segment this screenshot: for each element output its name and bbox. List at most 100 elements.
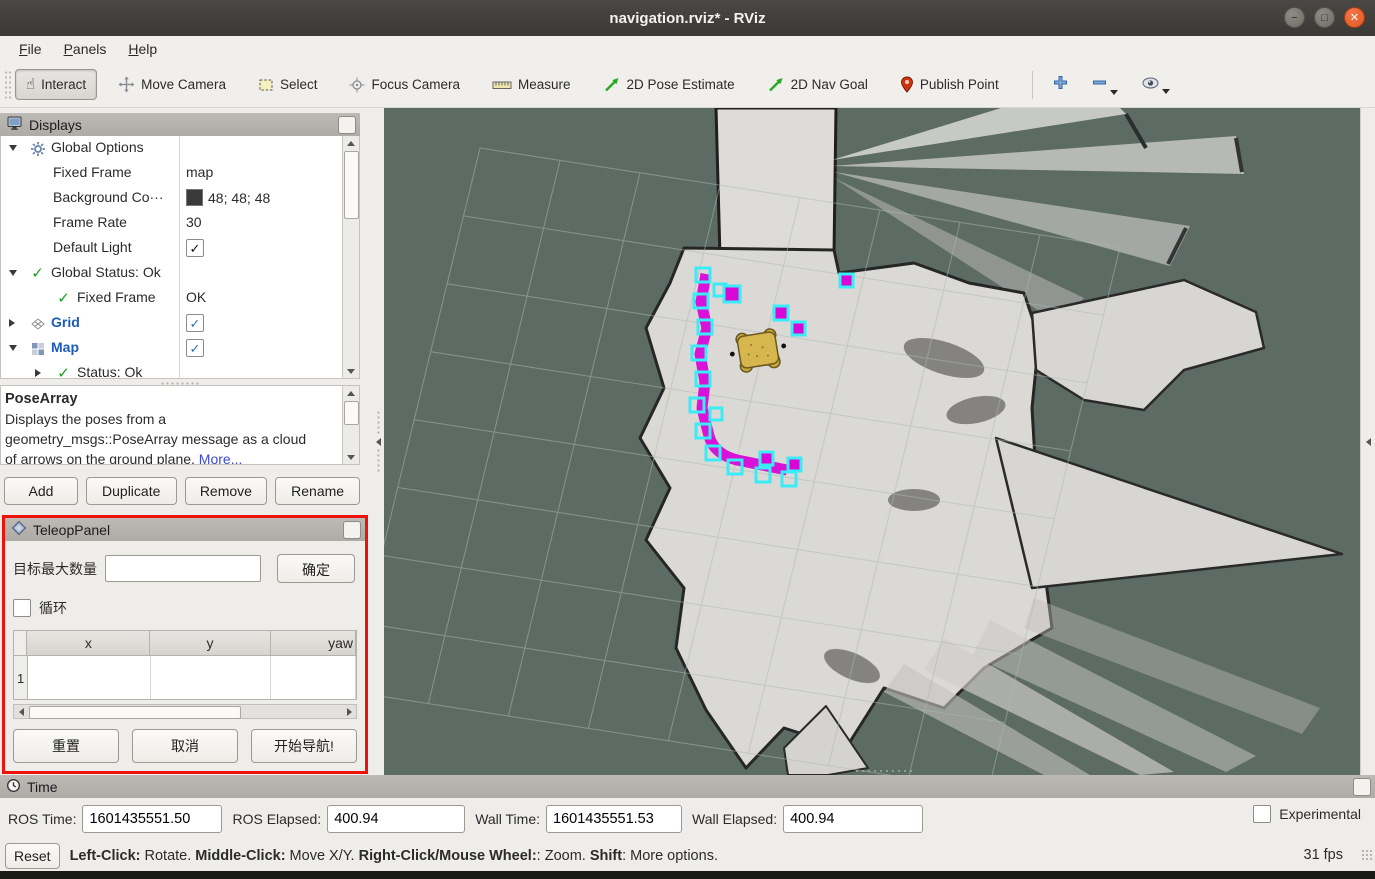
wall-elapsed-input[interactable] bbox=[783, 805, 923, 833]
enabled-checkbox[interactable]: ✓ bbox=[186, 239, 204, 257]
column-header-x[interactable]: x bbox=[27, 631, 150, 655]
ros-elapsed-input[interactable] bbox=[327, 805, 465, 833]
tree-row-value[interactable]: 30 bbox=[186, 214, 202, 230]
reset-goals-button[interactable]: 重置 bbox=[13, 729, 119, 763]
column-header-yaw[interactable]: yaw bbox=[271, 631, 356, 655]
tool-move-camera[interactable]: Move Camera bbox=[107, 68, 237, 101]
goal-count-input[interactable] bbox=[105, 555, 261, 582]
dropdown-caret-icon[interactable] bbox=[1110, 90, 1118, 95]
add-button[interactable]: Add bbox=[4, 477, 78, 505]
tool-interact[interactable]: ☝Interact bbox=[15, 69, 97, 100]
teleop-panel-header[interactable]: TeleopPanel bbox=[5, 518, 365, 541]
description-scrollbar[interactable] bbox=[342, 386, 359, 464]
maximize-button[interactable]: □ bbox=[1314, 7, 1335, 28]
time-panel-header[interactable]: Time bbox=[0, 775, 1375, 798]
collapse-arrow-icon[interactable] bbox=[9, 270, 17, 276]
tree-row-value[interactable]: map bbox=[186, 164, 213, 180]
time-panel-hide-button[interactable] bbox=[1353, 778, 1371, 796]
table-cell[interactable] bbox=[271, 656, 356, 700]
expand-arrow-icon[interactable] bbox=[35, 369, 41, 377]
displays-panel-header[interactable]: Displays bbox=[0, 113, 360, 136]
scrollbar-thumb[interactable] bbox=[344, 401, 359, 425]
scroll-down-arrow[interactable] bbox=[343, 364, 358, 378]
table-cell[interactable] bbox=[28, 656, 151, 700]
collapsed-views-panel[interactable] bbox=[1360, 108, 1375, 775]
3d-viewport[interactable] bbox=[384, 108, 1360, 775]
tree-row-value[interactable]: OK bbox=[186, 289, 206, 305]
waypoint-table[interactable]: xyyaw 1 bbox=[13, 630, 357, 700]
scroll-up-arrow[interactable] bbox=[343, 386, 358, 400]
scroll-up-arrow[interactable] bbox=[343, 136, 358, 150]
titlebar[interactable]: navigation.rviz* - RViz −□✕ bbox=[0, 0, 1375, 36]
table-cell[interactable] bbox=[151, 656, 271, 700]
menu-panels[interactable]: Panels bbox=[55, 39, 116, 59]
row-header[interactable]: 1 bbox=[14, 656, 28, 700]
dropdown-caret-icon[interactable] bbox=[1162, 89, 1170, 94]
tree-row-value[interactable]: ✓ bbox=[186, 339, 204, 357]
confirm-button[interactable]: 确定 bbox=[277, 554, 355, 583]
more-link[interactable]: More... bbox=[199, 451, 243, 465]
tool-focus-camera[interactable]: Focus Camera bbox=[338, 69, 471, 101]
tree-row-value[interactable]: ✓ bbox=[186, 314, 204, 332]
close-button[interactable]: ✕ bbox=[1344, 7, 1365, 28]
tool-2d-nav-goal[interactable]: 2D Nav Goal bbox=[756, 69, 879, 101]
teleop-icon bbox=[11, 520, 27, 539]
teleop-panel-hide-button[interactable] bbox=[343, 521, 361, 539]
tree-row-label: Default Light bbox=[53, 239, 132, 255]
tree-row-global-status-ok[interactable]: ✓Global Status: Ok bbox=[1, 261, 343, 286]
tree-row-global-options[interactable]: Global Options bbox=[1, 136, 343, 161]
zoom-out-button[interactable] bbox=[1084, 71, 1126, 99]
start-navigation-button[interactable]: 开始导航! bbox=[251, 729, 357, 763]
tree-row-value[interactable]: ✓ bbox=[186, 239, 204, 257]
visibility-button[interactable] bbox=[1134, 72, 1178, 98]
time-field: Wall Elapsed: bbox=[692, 805, 923, 833]
scrollbar-thumb[interactable] bbox=[344, 151, 359, 219]
scrollbar-thumb[interactable] bbox=[29, 706, 241, 719]
displays-panel-hide-button[interactable] bbox=[338, 116, 356, 134]
reset-button[interactable]: Reset bbox=[5, 843, 60, 869]
tool-select[interactable]: Select bbox=[247, 69, 329, 101]
viewport-splitter-handle[interactable] bbox=[854, 769, 914, 773]
tool-2d-pose-estimate[interactable]: 2D Pose Estimate bbox=[592, 69, 746, 101]
color-swatch[interactable] bbox=[186, 189, 203, 206]
experimental-checkbox[interactable] bbox=[1253, 805, 1271, 823]
scroll-right-arrow[interactable] bbox=[342, 705, 356, 718]
collapse-left-arrow[interactable] bbox=[376, 438, 381, 446]
tool-measure[interactable]: Measure bbox=[481, 69, 582, 100]
displays-scrollbar[interactable] bbox=[342, 136, 359, 378]
minimize-button[interactable]: − bbox=[1284, 7, 1305, 28]
cancel-button[interactable]: 取消 bbox=[132, 729, 238, 763]
loop-checkbox[interactable] bbox=[13, 599, 31, 617]
tree-row-frame-rate[interactable]: Frame Rate30 bbox=[1, 211, 343, 236]
tree-row-map[interactable]: Map✓ bbox=[1, 336, 343, 361]
tree-row-background-co-[interactable]: Background Co···48; 48; 48 bbox=[1, 186, 343, 211]
scroll-left-arrow[interactable] bbox=[14, 705, 28, 718]
ros-time-input[interactable] bbox=[82, 805, 222, 833]
menu-file[interactable]: File bbox=[10, 39, 51, 59]
collapse-arrow-icon[interactable] bbox=[9, 145, 17, 151]
tree-row-fixed-frame[interactable]: Fixed Framemap bbox=[1, 161, 343, 186]
tool-publish-point[interactable]: Publish Point bbox=[889, 68, 1010, 101]
expand-arrow-icon[interactable] bbox=[9, 319, 15, 327]
collapse-arrow-icon[interactable] bbox=[9, 345, 17, 351]
rename-button[interactable]: Rename bbox=[275, 477, 360, 505]
enabled-checkbox[interactable]: ✓ bbox=[186, 314, 204, 332]
expand-views-arrow[interactable] bbox=[1366, 438, 1371, 446]
remove-button[interactable]: Remove bbox=[185, 477, 268, 505]
panel-viewport-splitter[interactable] bbox=[372, 108, 384, 775]
zoom-in-button[interactable] bbox=[1045, 71, 1076, 99]
scroll-down-arrow[interactable] bbox=[343, 450, 358, 464]
column-header-y[interactable]: y bbox=[150, 631, 270, 655]
menu-help[interactable]: Help bbox=[119, 39, 166, 59]
resize-grip[interactable] bbox=[1361, 849, 1373, 861]
tree-row-status-ok[interactable]: ✓Status: Ok bbox=[1, 361, 343, 379]
toolbar-drag-handle[interactable] bbox=[4, 70, 11, 100]
enabled-checkbox[interactable]: ✓ bbox=[186, 339, 204, 357]
table-horizontal-scrollbar[interactable] bbox=[13, 704, 357, 719]
tree-row-fixed-frame[interactable]: ✓Fixed FrameOK bbox=[1, 286, 343, 311]
duplicate-button[interactable]: Duplicate bbox=[86, 477, 177, 505]
tree-row-value[interactable]: 48; 48; 48 bbox=[186, 189, 270, 206]
wall-time-input[interactable] bbox=[546, 805, 682, 833]
tree-row-grid[interactable]: Grid✓ bbox=[1, 311, 343, 336]
tree-row-default-light[interactable]: Default Light ✓ bbox=[1, 236, 343, 261]
